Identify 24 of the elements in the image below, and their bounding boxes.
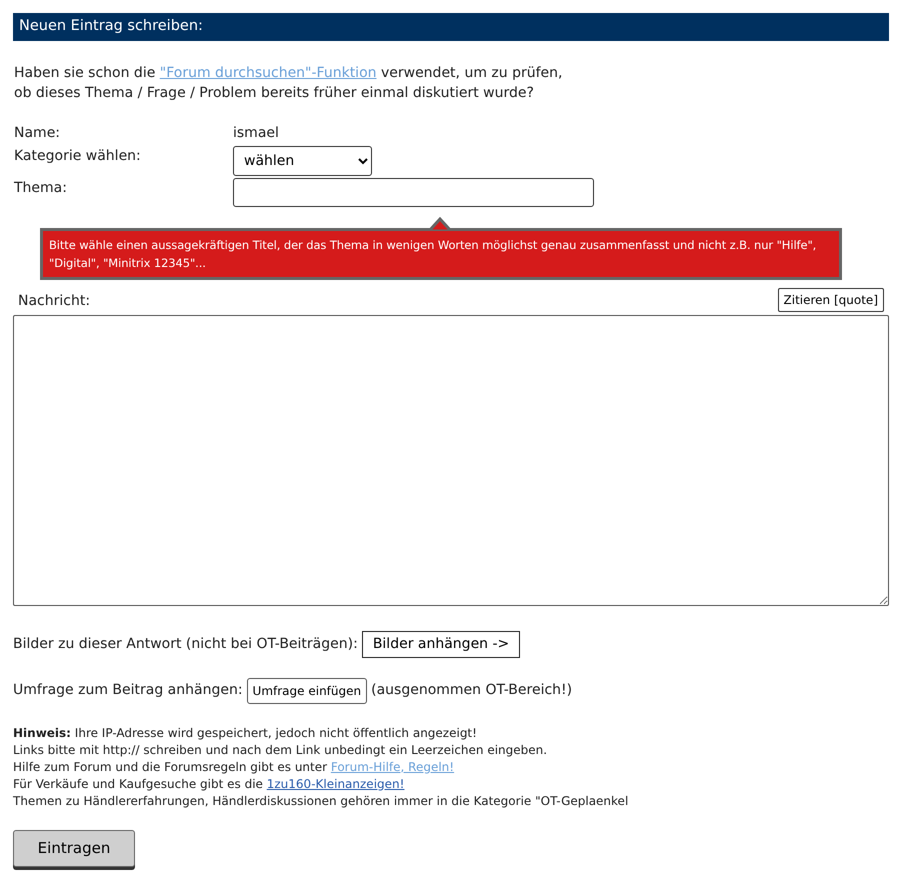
attach-images-button[interactable]: Bilder anhängen -> bbox=[362, 630, 520, 658]
quote-button[interactable]: Zitieren [quote] bbox=[778, 288, 884, 312]
section-title: Neuen Eintrag schreiben: bbox=[13, 13, 889, 41]
field-label: Nachricht: bbox=[18, 292, 90, 311]
link[interactable]: 1zu160-Kleinanzeigen! bbox=[266, 776, 404, 791]
intro-text: Haben sie schon die "Forum durchsuchen"-Funktion verwendet, um zu prüfen, ob dieses Thema / Frage / Problem bereits früher einmal diskutiert wurde? bbox=[14, 64, 564, 103]
field-label: Bilder zu dieser Antwort (nicht bei OT-Beiträgen): bbox=[13, 634, 358, 654]
hint-tooltip: Bitte wähle einen aussagekräftigen Titel, der das Thema in wenigen Worten möglichst genau zusammenfasst und nicht z.B. nur "Hilfe", "Digital", "Minitrix 12345"... bbox=[40, 228, 842, 280]
note-line: Links bitte mit http:// schreiben und nach dem Link unbedingt ein Leerzeichen eingeben. bbox=[13, 742, 548, 759]
tooltip-pointer bbox=[428, 216, 452, 231]
field-label: Thema: bbox=[14, 178, 68, 198]
topic-input[interactable] bbox=[233, 178, 594, 207]
note-line: Themen zu Händlererfahrungen, Händlerdiskussionen gehören immer in die Kategorie "OT-Geplaenkel bbox=[13, 792, 630, 810]
note-line: Für Verkäufe und Kaufgesuche gibt es die 1zu160-Kleinanzeigen! bbox=[13, 776, 406, 793]
field-label: Name: bbox=[14, 124, 62, 143]
submit-button[interactable]: Eintragen bbox=[13, 830, 135, 867]
note-text: (ausgenommen OT-Bereich!) bbox=[371, 681, 572, 700]
add-poll-button[interactable]: Umfrage einfügen bbox=[246, 678, 368, 704]
note-line: Hilfe zum Forum und die Forumsregeln gibt es unter Forum-Hilfe, Regeln! bbox=[13, 758, 456, 776]
field-label: Kategorie wählen: bbox=[14, 146, 142, 166]
note-line: Hinweis: Ihre IP-Adresse wird gespeichert, jedoch nicht öffentlich angezeigt! bbox=[13, 724, 478, 742]
field-label: Umfrage zum Beitrag anhängen: bbox=[13, 681, 243, 700]
name-value: ismael bbox=[233, 124, 280, 143]
category-select[interactable]: wählen bbox=[233, 146, 372, 176]
